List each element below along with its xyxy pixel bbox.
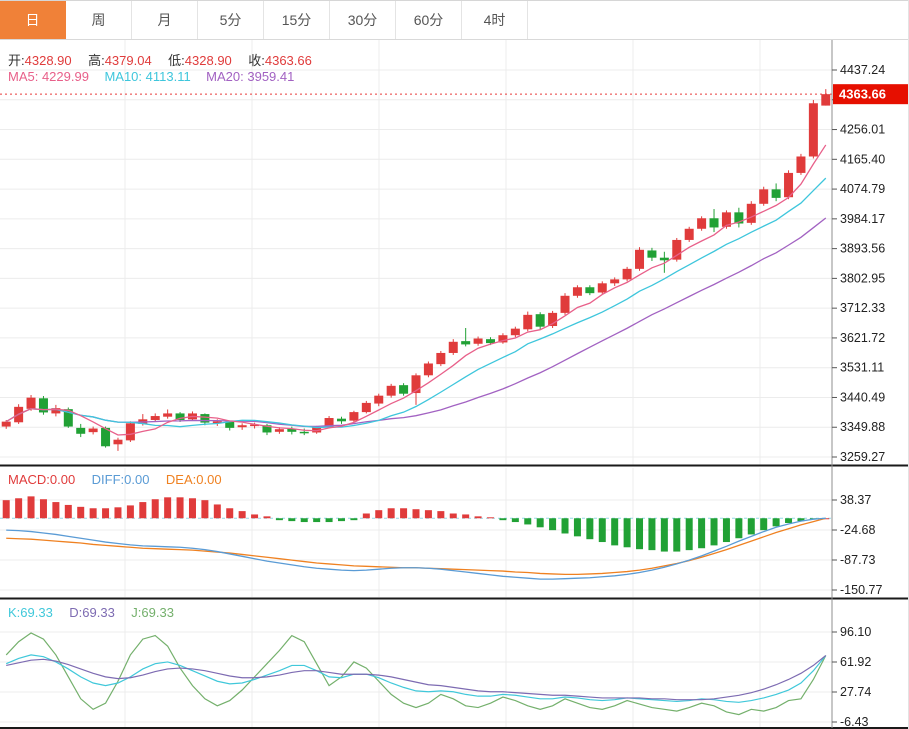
- j-line: [6, 633, 826, 715]
- period-tab-bar: 日周月5分15分30分60分4时: [0, 0, 908, 40]
- axis-tick-label: 96.10: [840, 625, 871, 639]
- axis-tick-label: -150.77: [840, 583, 882, 597]
- tab-bar-filler: [528, 1, 908, 39]
- axis-tick-label: 3531.11: [840, 361, 884, 375]
- axis-tick-label: 4256.01: [840, 123, 885, 137]
- axis-tick-label: 3349.88: [840, 420, 885, 434]
- current-price-tag: 4363.66: [833, 84, 909, 104]
- tab-日[interactable]: 日: [0, 1, 66, 39]
- macd-histogram: [3, 496, 830, 551]
- axis-tick-label: 4165.40: [840, 152, 885, 166]
- candlestick-series: [2, 89, 831, 451]
- axis-tick-label: 3259.27: [840, 450, 885, 464]
- axis-tick-label: 27.74: [840, 685, 871, 699]
- tab-60分[interactable]: 60分: [396, 1, 462, 39]
- tab-4时[interactable]: 4时: [462, 1, 528, 39]
- axis-tick-label: 4074.79: [840, 182, 885, 196]
- tab-周[interactable]: 周: [66, 1, 132, 39]
- kline-chart-app: 日周月5分15分30分60分4时 4437.244346.634256.0141…: [0, 0, 909, 729]
- tab-月[interactable]: 月: [132, 1, 198, 39]
- axis-tick-label: -6.43: [840, 715, 869, 729]
- axis-tick-label: 61.92: [840, 655, 871, 669]
- axis-tick-label: 3984.17: [840, 212, 885, 226]
- axis-tick-label: 38.37: [840, 493, 871, 507]
- chart-area: 4437.244346.634256.014165.404074.793984.…: [0, 40, 909, 729]
- svg-text:4363.66: 4363.66: [839, 87, 886, 102]
- axis-tick-label: 3802.95: [840, 271, 885, 285]
- chart-canvas[interactable]: 4437.244346.634256.014165.404074.793984.…: [0, 40, 909, 729]
- tab-5分[interactable]: 5分: [198, 1, 264, 39]
- axis-tick-label: 3893.56: [840, 242, 885, 256]
- axis-tick-label: 3712.33: [840, 301, 885, 315]
- tab-15分[interactable]: 15分: [264, 1, 330, 39]
- axis-tick-label: -24.68: [840, 523, 875, 537]
- axis-tick-label: 3440.49: [840, 390, 885, 404]
- axis-tick-label: -87.73: [840, 553, 875, 567]
- tab-30分[interactable]: 30分: [330, 1, 396, 39]
- axis-tick-label: 4437.24: [840, 63, 885, 77]
- axis-tick-label: 3621.72: [840, 331, 885, 345]
